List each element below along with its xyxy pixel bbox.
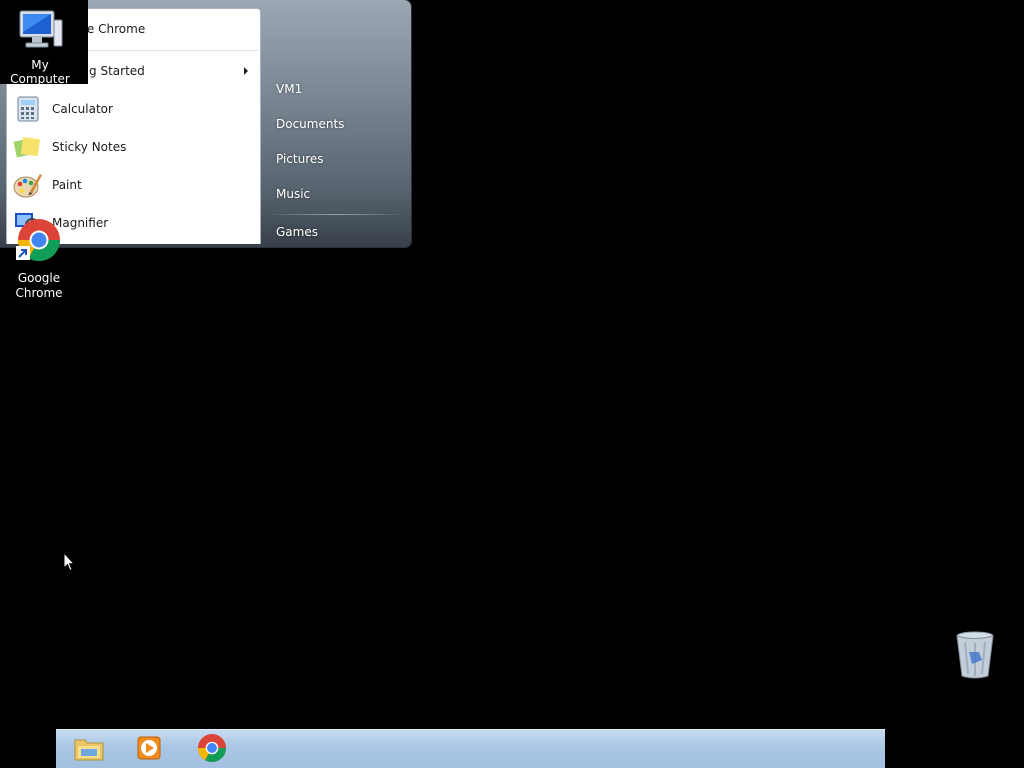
program-label: Sticky Notes [52, 140, 127, 154]
paint-icon [11, 168, 45, 202]
place-pictures[interactable]: Pictures [262, 142, 409, 177]
chrome-shortcut-icon [16, 218, 62, 264]
desktop-icon-google-chrome[interactable]: Google Chrome [6, 218, 72, 301]
place-documents[interactable]: Documents [262, 107, 409, 142]
program-paint[interactable]: Paint [7, 167, 260, 203]
chrome-icon [197, 733, 227, 767]
place-music[interactable]: Music [262, 177, 409, 212]
calculator-icon [11, 92, 45, 126]
explorer-folder-icon [73, 734, 105, 766]
place-vm1[interactable]: VM1 [262, 72, 409, 107]
place-games[interactable]: Games [262, 215, 409, 247]
program-label: Paint [52, 178, 82, 192]
program-calculator[interactable]: Calculator [7, 91, 260, 127]
start-menu-places: VM1 Documents Pictures Music Games [262, 72, 409, 247]
taskbar-media-player-button[interactable] [131, 733, 167, 767]
desktop-icon-recycle-bin[interactable] [952, 630, 998, 680]
recycle-bin-icon [952, 631, 998, 683]
desktop-icon-label: My Computer [10, 58, 70, 86]
taskbar-explorer-button[interactable] [71, 733, 107, 767]
program-label: Calculator [52, 102, 113, 116]
taskbar [56, 729, 885, 768]
program-label: Magnifier [52, 216, 109, 230]
desktop-icon-my-computer[interactable]: My Computer [0, 0, 88, 86]
sticky-notes-icon [11, 130, 45, 164]
mouse-cursor-icon [63, 551, 76, 576]
desktop-icon-label: Google Chrome [15, 271, 63, 300]
computer-icon [16, 8, 64, 58]
taskbar-chrome-button[interactable] [194, 733, 230, 767]
submenu-arrow-icon [244, 67, 248, 75]
media-player-icon [135, 734, 163, 766]
program-sticky-notes[interactable]: Sticky Notes [7, 129, 260, 165]
